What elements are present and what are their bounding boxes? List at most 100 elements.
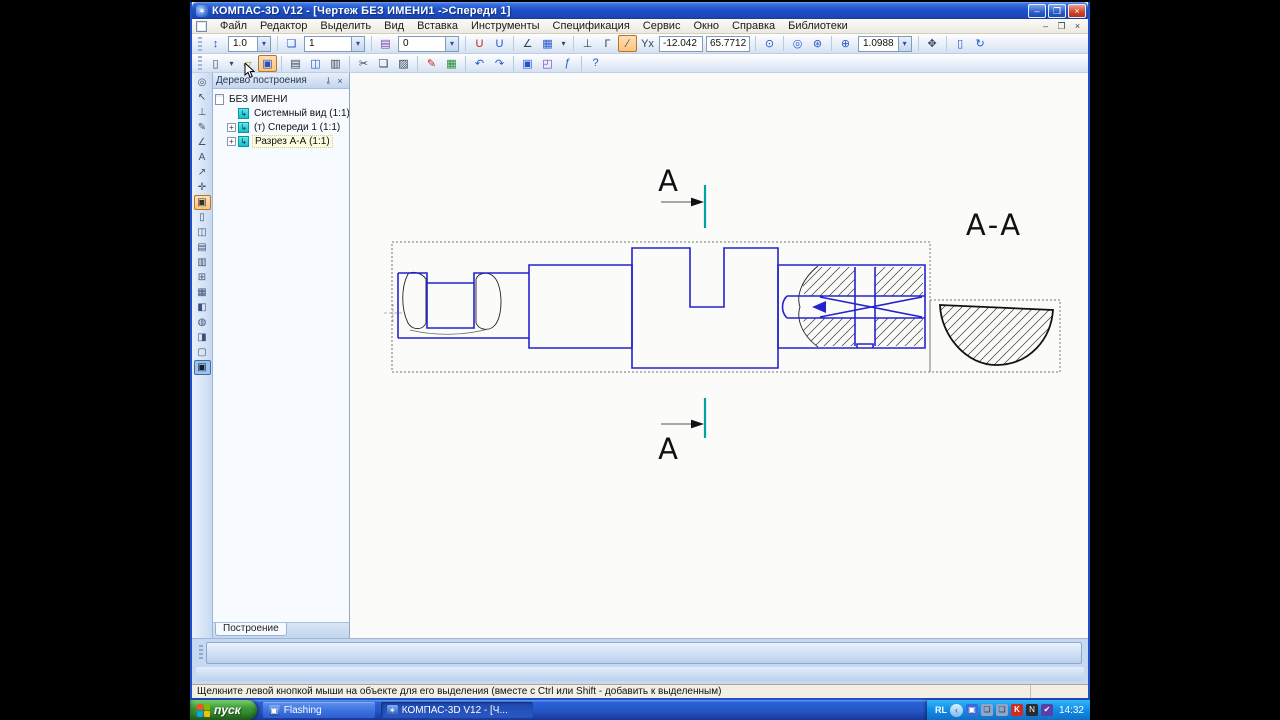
menu-window[interactable]: Окно xyxy=(687,20,725,32)
mdi-restore-button[interactable]: ❐ xyxy=(1055,20,1068,33)
menu-select[interactable]: Выделить xyxy=(314,20,377,32)
expand-icon[interactable]: + xyxy=(227,123,236,132)
views-panel-icon[interactable]: ◫ xyxy=(194,225,211,240)
menu-file[interactable]: Файл xyxy=(214,20,253,32)
menu-insert[interactable]: Вставка xyxy=(411,20,464,32)
undo-icon[interactable]: ↶ xyxy=(470,55,489,72)
copy-icon[interactable]: ❏ xyxy=(374,55,393,72)
tab-construction[interactable]: Построение xyxy=(215,623,287,636)
shaft-hatch-top-left[interactable] xyxy=(803,267,855,296)
cursor-step-combo[interactable]: 1.0 ▾ xyxy=(228,36,271,52)
sep[interactable] xyxy=(831,36,832,51)
tree-close-icon[interactable]: × xyxy=(334,76,346,86)
zoom-scale-combo[interactable]: 1.0988 ▾ xyxy=(858,36,912,52)
pen-tool-icon[interactable]: ✎ xyxy=(194,120,211,135)
shaft-outline[interactable] xyxy=(398,248,925,368)
sheet-tool-icon[interactable]: ▯ xyxy=(194,210,211,225)
snap-tool-icon[interactable]: ↖ xyxy=(194,90,211,105)
snap-settings-icon[interactable]: U xyxy=(490,35,509,52)
new-document-icon[interactable]: ▯ xyxy=(206,55,225,72)
measure-panel-icon[interactable]: ◍ xyxy=(194,315,211,330)
sep[interactable] xyxy=(349,56,350,71)
cursor-step-icon[interactable]: ↕ xyxy=(206,35,225,52)
chevron-down-icon[interactable]: ▾ xyxy=(257,37,270,51)
section-view-a-a-shape[interactable] xyxy=(940,305,1053,365)
property-bar[interactable] xyxy=(206,642,1082,664)
drag-handle[interactable] xyxy=(199,645,203,661)
pin-icon[interactable]: ⊸ xyxy=(322,75,334,86)
menu-specification[interactable]: Спецификация xyxy=(547,20,636,32)
grid-panel-icon[interactable]: ▦ xyxy=(194,285,211,300)
library-manager-icon[interactable]: ◰ xyxy=(538,55,557,72)
redo-icon[interactable]: ↷ xyxy=(490,55,509,72)
sep[interactable] xyxy=(277,36,278,51)
pan-icon[interactable]: ✥ xyxy=(923,35,942,52)
save-icon[interactable]: ▣ xyxy=(258,55,277,72)
mdi-minimize-button[interactable]: – xyxy=(1039,20,1052,33)
paste-icon[interactable]: ▨ xyxy=(394,55,413,72)
tree-item-section-a-a[interactable]: + ↳ Разрез А-А (1:1) xyxy=(215,134,347,148)
tray-antivirus-icon[interactable]: K xyxy=(1011,704,1023,716)
tray-network-icon[interactable]: ▣ xyxy=(966,704,978,716)
sep[interactable] xyxy=(918,36,919,51)
grid-icon[interactable]: ▦ xyxy=(538,35,557,52)
angle-tool-icon[interactable]: ∠ xyxy=(194,135,211,150)
rounding-icon[interactable]: Γ xyxy=(598,35,617,52)
grid-dropdown-icon[interactable]: ▾ xyxy=(558,35,569,52)
close-button[interactable]: × xyxy=(1068,4,1086,18)
zoom-by-points-icon[interactable]: ◎ xyxy=(788,35,807,52)
task-kompas[interactable]: ✶ КОМПАС-3D V12 - [Ч... xyxy=(381,702,533,718)
mdi-close-button[interactable]: × xyxy=(1071,20,1084,33)
print-preview-icon[interactable]: ◫ xyxy=(306,55,325,72)
local-axes-icon[interactable]: ⊥ xyxy=(578,35,597,52)
drawing-canvas[interactable]: А А А-А xyxy=(350,73,1088,638)
ortho-drawing-icon[interactable]: ∕ xyxy=(618,35,637,52)
section-marker-bottom[interactable]: А xyxy=(658,398,705,466)
current-view-combo[interactable]: 1 ▾ xyxy=(304,36,365,52)
toolbar-grip[interactable] xyxy=(198,37,202,51)
insert-panel-icon[interactable]: ⊞ xyxy=(194,270,211,285)
expand-icon[interactable]: + xyxy=(227,137,236,146)
document-icon[interactable] xyxy=(196,21,207,32)
compass-tool-icon[interactable]: ↗ xyxy=(194,165,211,180)
fragment-panel-icon[interactable]: ▢ xyxy=(194,345,211,360)
sep[interactable] xyxy=(783,36,784,51)
axes-tool-icon[interactable]: ⊥ xyxy=(194,105,211,120)
variables-icon[interactable]: ▣ xyxy=(518,55,537,72)
sep[interactable] xyxy=(573,36,574,51)
restore-button[interactable]: ❐ xyxy=(1048,4,1066,18)
minimize-button[interactable]: – xyxy=(1028,4,1046,18)
show-page-icon[interactable]: ▯ xyxy=(951,35,970,52)
hatch-regions[interactable] xyxy=(403,266,923,347)
current-view-icon[interactable]: ❏ xyxy=(282,35,301,52)
sep[interactable] xyxy=(755,36,756,51)
sep[interactable] xyxy=(371,36,372,51)
refresh-view-icon[interactable]: ↻ xyxy=(971,35,990,52)
current-layer-icon[interactable]: ▤ xyxy=(376,35,395,52)
tray-display-icon[interactable]: ❏ xyxy=(981,704,993,716)
help-mode-icon[interactable]: ? xyxy=(586,55,605,72)
coordinate-x-input[interactable] xyxy=(659,36,703,52)
sep[interactable] xyxy=(581,56,582,71)
zoom-window-icon[interactable]: ⊙ xyxy=(760,35,779,52)
chevron-down-icon[interactable]: ▾ xyxy=(445,37,458,51)
shaft-hatch-bottom-right[interactable] xyxy=(875,318,923,346)
sep[interactable] xyxy=(417,56,418,71)
sep[interactable] xyxy=(281,56,282,71)
sep[interactable] xyxy=(465,36,466,51)
new-dropdown-icon[interactable]: ▾ xyxy=(226,55,237,72)
coords-icon[interactable]: Yx xyxy=(638,35,657,52)
blocks-panel-icon[interactable]: ▥ xyxy=(194,255,211,270)
sep[interactable] xyxy=(465,56,466,71)
menu-tools[interactable]: Инструменты xyxy=(465,20,546,32)
layers-panel-icon[interactable]: ▤ xyxy=(194,240,211,255)
tray-shield-icon[interactable]: ✔ xyxy=(1041,704,1053,716)
shaft-hatch-top-right[interactable] xyxy=(875,267,923,296)
menu-editor[interactable]: Редактор xyxy=(254,20,313,32)
menu-service[interactable]: Сервис xyxy=(637,20,687,32)
language-indicator[interactable]: RL xyxy=(935,705,947,715)
section-marker-top[interactable]: А xyxy=(658,164,705,228)
parameterization-tool-icon[interactable]: ✛ xyxy=(194,180,211,195)
snap-global-icon[interactable]: U xyxy=(470,35,489,52)
geometry-tool-icon[interactable]: ◎ xyxy=(194,75,211,90)
